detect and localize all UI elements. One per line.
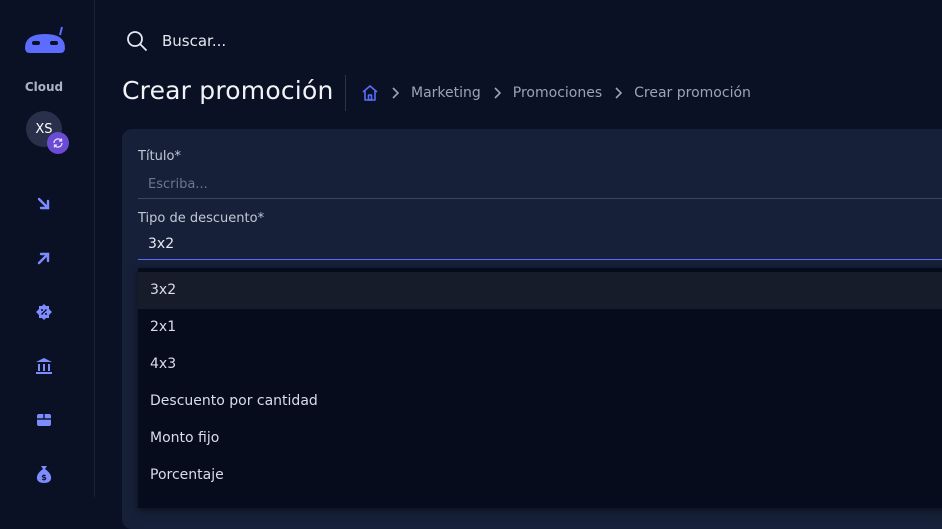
title-field-label: Título*	[138, 149, 181, 164]
svg-text:$: $	[41, 473, 47, 482]
cloud-label: Cloud	[24, 80, 64, 94]
breadcrumb-item-marketing[interactable]: Marketing	[411, 85, 481, 101]
sync-badge-icon[interactable]	[47, 132, 69, 154]
breadcrumb-item-promociones[interactable]: Promociones	[513, 85, 602, 101]
search-icon[interactable]	[126, 30, 148, 52]
page-title: Crear promoción	[122, 76, 334, 105]
breadcrumb: Marketing Promociones Crear promoción	[361, 83, 751, 103]
search-input[interactable]	[160, 28, 464, 54]
home-icon[interactable]	[361, 84, 379, 102]
dropdown-option-monto-fijo[interactable]: Monto fijo	[138, 420, 942, 457]
robot-logo-icon[interactable]	[22, 26, 68, 56]
sidebar: Cloud XS $	[0, 0, 95, 497]
money-bag-icon[interactable]: $	[34, 464, 54, 484]
dropdown-option-descuento-por-cantidad[interactable]: Descuento por cantidad	[138, 383, 942, 420]
box-icon[interactable]	[34, 410, 54, 430]
title-field[interactable]	[138, 170, 942, 199]
discount-type-label: Tipo de descuento*	[138, 211, 265, 226]
chevron-right-icon	[614, 87, 623, 99]
dropdown-option-porcentaje[interactable]: Porcentaje	[138, 457, 942, 494]
discount-badge-icon[interactable]	[34, 302, 54, 322]
dropdown-option-2x1[interactable]: 2x1	[138, 309, 942, 346]
bank-icon[interactable]	[34, 356, 54, 376]
breadcrumb-item-current: Crear promoción	[634, 85, 751, 101]
arrow-up-right-icon[interactable]	[34, 248, 54, 268]
dropdown-option-4x3[interactable]: 4x3	[138, 346, 942, 383]
discount-type-dropdown: 3x2 2x1 4x3 Descuento por cantidad Monto…	[138, 268, 942, 508]
chevron-right-icon	[391, 87, 399, 99]
title-divider	[345, 75, 346, 111]
discount-type-select[interactable]: 3x2	[138, 231, 942, 260]
chevron-right-icon	[493, 87, 501, 99]
dropdown-option-3x2[interactable]: 3x2	[138, 272, 942, 309]
arrow-down-right-icon[interactable]	[34, 194, 54, 214]
